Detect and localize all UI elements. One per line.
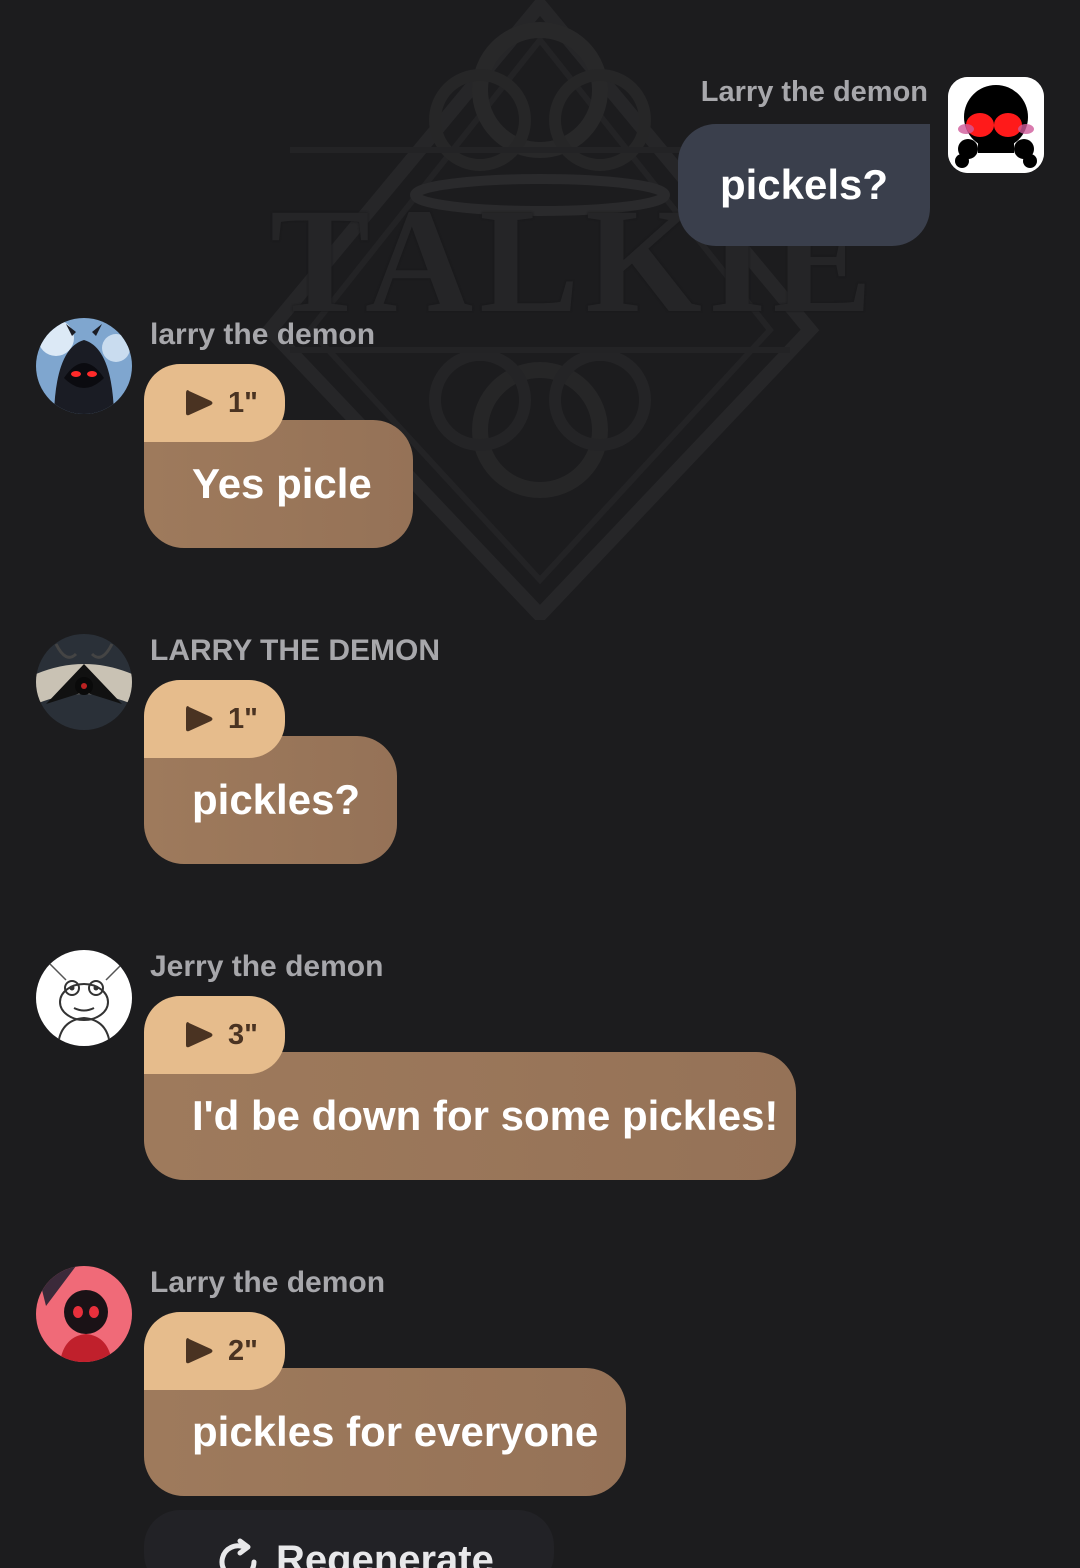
play-icon [186, 1022, 213, 1048]
sent-sender-name: Larry the demon [700, 76, 928, 108]
audio-duration: 1" [228, 702, 258, 735]
audio-duration: 2" [228, 1334, 258, 1367]
play-icon [186, 1338, 213, 1364]
regenerate-button[interactable]: Regenerate [144, 1510, 554, 1568]
audio-play-button[interactable]: 2" [144, 1312, 285, 1390]
skull-avatar-icon [948, 77, 1044, 173]
audio-play-button[interactable]: 3" [144, 996, 285, 1074]
sent-message-bubble[interactable]: pickels? [678, 124, 930, 246]
sender-name: LARRY THE DEMON [150, 634, 441, 667]
refresh-icon [219, 1538, 257, 1568]
frog-sketch-avatar[interactable] [36, 950, 132, 1046]
user-avatar[interactable] [948, 77, 1044, 173]
sender-name: Jerry the demon [150, 950, 384, 983]
sender-name: Larry the demon [150, 1266, 386, 1299]
play-icon [186, 390, 213, 416]
audio-play-button[interactable]: 1" [144, 680, 285, 758]
audio-duration: 3" [228, 1018, 258, 1051]
audio-play-button[interactable]: 1" [144, 364, 285, 442]
dark-winged-demon-avatar[interactable] [36, 634, 132, 730]
play-icon [186, 706, 213, 732]
audio-duration: 1" [228, 386, 258, 419]
chat-screen: TALKIE Larry the demon pickels? larry th… [0, 0, 1080, 1568]
hooded-demon-avatar[interactable] [36, 318, 132, 414]
sender-name: larry the demon [150, 318, 376, 351]
regenerate-label: Regenerate [276, 1538, 494, 1568]
red-hooded-demon-avatar[interactable] [36, 1266, 132, 1362]
